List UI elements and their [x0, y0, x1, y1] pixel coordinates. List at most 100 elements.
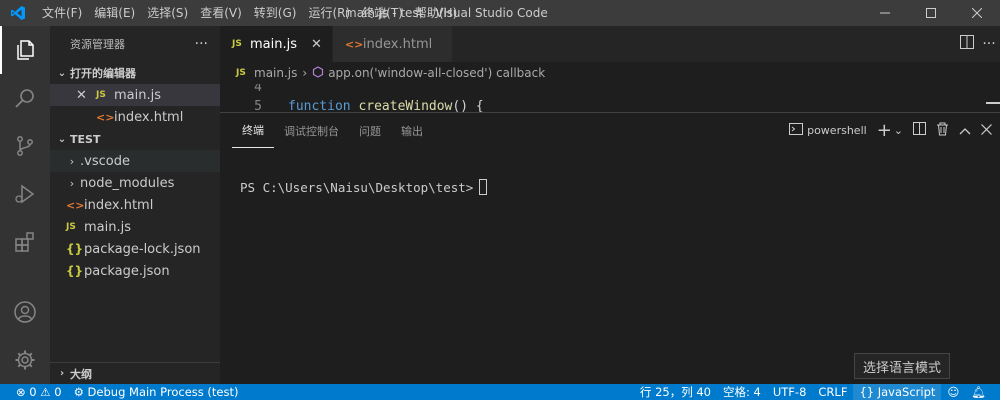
open-editor-label: main.js: [114, 87, 161, 103]
debug-config-label: Debug Main Process (test): [87, 385, 239, 399]
split-editor-icon[interactable]: [956, 35, 978, 53]
tree-item-package-lock-json[interactable]: {} package-lock.json: [50, 238, 220, 260]
split-terminal-icon[interactable]: [913, 122, 926, 139]
chevron-right-icon: ›: [69, 154, 75, 168]
braces-icon: {}: [859, 385, 875, 399]
run-debug-icon[interactable]: [0, 170, 50, 218]
json-file-icon: {}: [66, 264, 84, 278]
tab-debug-console[interactable]: 调试控制台: [274, 113, 349, 148]
language-mode-tooltip: 选择语言模式: [854, 353, 950, 379]
chevron-right-icon: ›: [69, 176, 75, 190]
folder-section-test[interactable]: ⌄ TEST: [50, 128, 220, 150]
new-terminal-icon[interactable]: +: [877, 120, 892, 141]
debug-status[interactable]: ⚙ Debug Main Process (test): [68, 384, 245, 400]
extensions-icon[interactable]: [0, 218, 50, 266]
tab-label: index.html: [362, 36, 433, 52]
cursor-position[interactable]: 行 25，列 40: [634, 384, 717, 400]
explorer-title: 资源管理器: [70, 38, 125, 51]
more-actions-icon[interactable]: ···: [978, 36, 1000, 52]
code-editor[interactable]: 4 5 function createWindow() {: [220, 84, 1000, 112]
explorer-header: 资源管理器 ···: [50, 26, 220, 62]
terminal-output[interactable]: PS C:\Users\Naisu\Desktop\test>: [240, 179, 488, 195]
menu-bar: 文件(F) 编辑(E) 选择(S) 查看(V) 转到(G) 运行(R) 终端(T…: [36, 0, 463, 26]
language-label: JavaScript: [877, 385, 936, 399]
chevron-down-icon[interactable]: ⌄: [894, 124, 903, 137]
menu-run[interactable]: 运行(R): [302, 0, 356, 26]
open-editor-item-index-html[interactable]: <> index.html: [50, 106, 220, 128]
vscode-logo-icon: [0, 0, 36, 26]
js-file-icon: JS: [236, 68, 246, 78]
open-editor-label: index.html: [114, 109, 184, 125]
tab-index-html[interactable]: <> index.html: [332, 26, 453, 62]
source-control-icon[interactable]: [0, 122, 50, 170]
chevron-down-icon: ⌄: [57, 133, 67, 145]
accounts-icon[interactable]: [0, 288, 50, 336]
tree-item-main-js[interactable]: JS main.js: [50, 216, 220, 238]
close-panel-icon[interactable]: [981, 123, 992, 139]
terminal-panel: 终端 调试控制台 问题 输出 powershell + ⌄ PS C:\User…: [220, 112, 1000, 384]
error-icon: ⊗: [16, 385, 26, 399]
code-keyword: function: [288, 99, 351, 112]
end-of-line[interactable]: CRLF: [812, 384, 853, 400]
tab-label: main.js: [250, 36, 297, 52]
terminal-shell-select[interactable]: powershell: [807, 124, 867, 137]
window-controls: [862, 0, 1000, 26]
error-count: 0: [29, 385, 37, 399]
indentation[interactable]: 空格: 4: [717, 384, 767, 400]
panel-actions: powershell + ⌄: [779, 113, 992, 148]
tree-item-index-html[interactable]: <> index.html: [50, 194, 220, 216]
menu-edit[interactable]: 编辑(E): [88, 0, 141, 26]
menu-file[interactable]: 文件(F): [36, 0, 88, 26]
tree-item-vscode[interactable]: › .vscode: [50, 150, 220, 172]
language-mode[interactable]: {} JavaScript: [853, 384, 942, 400]
trash-icon[interactable]: [936, 122, 949, 140]
menu-view[interactable]: 查看(V): [194, 0, 248, 26]
open-editor-item-main-js[interactable]: ✕ JS main.js: [50, 84, 220, 106]
minimize-button[interactable]: [862, 0, 908, 26]
tab-main-js[interactable]: JS main.js ✕: [220, 26, 333, 62]
tree-item-node-modules[interactable]: › node_modules: [50, 172, 220, 194]
tree-item-label: main.js: [84, 219, 131, 235]
feedback-icon[interactable]: ☺: [941, 384, 965, 400]
breadcrumb-symbol[interactable]: app.on('window-all-closed') callback: [328, 66, 545, 80]
close-window-button[interactable]: [954, 0, 1000, 26]
notifications-bell-icon[interactable]: 🔔︎: [965, 384, 1000, 400]
search-icon[interactable]: [0, 74, 50, 122]
tree-item-label: .vscode: [80, 153, 130, 169]
problems-status[interactable]: ⊗ 0 ⚠ 0: [0, 384, 68, 400]
maximize-panel-icon[interactable]: [959, 123, 971, 139]
open-editors-section[interactable]: ⌄ 打开的编辑器: [50, 62, 220, 84]
close-tab-icon[interactable]: ✕: [311, 37, 322, 52]
tab-problems[interactable]: 问题: [349, 113, 391, 148]
status-bar-right: 行 25，列 40 空格: 4 UTF-8 CRLF {} JavaScript…: [634, 384, 1000, 400]
html-file-icon: <>: [344, 37, 364, 51]
html-file-icon: <>: [96, 110, 115, 124]
tree-item-package-json[interactable]: {} package.json: [50, 260, 220, 282]
js-file-icon: JS: [96, 90, 106, 100]
menu-help[interactable]: 帮助(H): [409, 0, 463, 26]
chevron-down-icon: ⌄: [57, 67, 67, 79]
menu-selection[interactable]: 选择(S): [141, 0, 194, 26]
tab-terminal[interactable]: 终端: [232, 113, 274, 148]
terminal-shell-icon: [789, 122, 804, 140]
js-file-icon: JS: [232, 39, 242, 49]
outline-section[interactable]: › 大纲: [50, 362, 220, 384]
tree-item-label: index.html: [84, 197, 154, 213]
maximize-button[interactable]: [908, 0, 954, 26]
tree-item-label: package.json: [84, 263, 170, 279]
close-editor-icon[interactable]: ✕: [76, 88, 96, 103]
debug-icon: ⚙: [73, 385, 84, 399]
tab-output[interactable]: 输出: [391, 113, 433, 148]
terminal-prompt: PS C:\Users\Naisu\Desktop\test>: [240, 179, 474, 195]
chevron-right-icon: ›: [302, 66, 308, 80]
more-actions-button[interactable]: ···: [195, 36, 208, 52]
explorer-icon[interactable]: [0, 26, 50, 74]
warning-count: 0: [54, 385, 62, 399]
breadcrumb-file[interactable]: main.js: [254, 66, 297, 80]
settings-gear-icon[interactable]: [0, 336, 50, 384]
menu-terminal[interactable]: 终端(T): [356, 0, 409, 26]
warning-icon: ⚠: [40, 385, 51, 399]
html-file-icon: <>: [66, 198, 85, 212]
menu-go[interactable]: 转到(G): [248, 0, 303, 26]
encoding[interactable]: UTF-8: [767, 384, 813, 400]
